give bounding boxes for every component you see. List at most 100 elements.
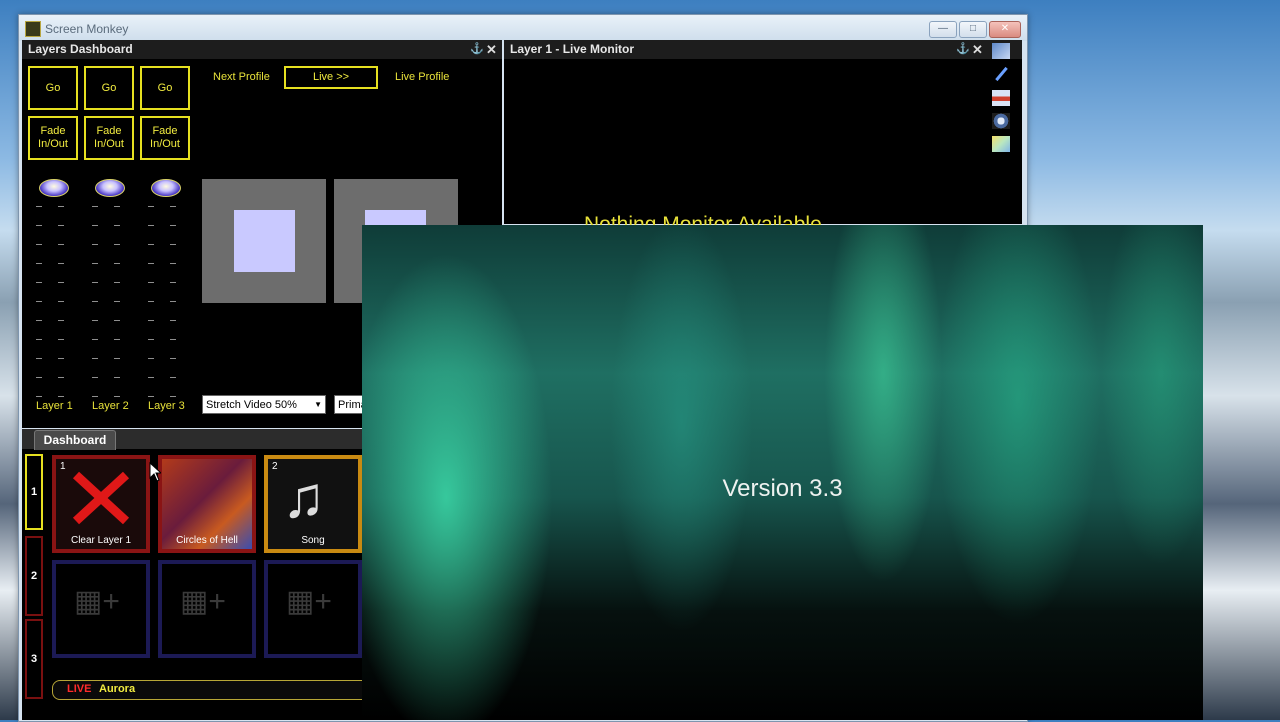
slider-tick — [36, 377, 42, 378]
slider-tick — [92, 244, 98, 245]
close-pane-icon[interactable]: ✕ — [486, 40, 497, 59]
slider-tick — [36, 263, 42, 264]
slider-tick — [148, 244, 154, 245]
fade-button-layer-1[interactable]: Fade In/Out — [28, 116, 78, 160]
slider-tick — [148, 206, 154, 207]
row-button-1[interactable]: 1 — [25, 454, 43, 530]
slider-tick — [92, 320, 98, 321]
slider-tick — [36, 206, 42, 207]
stretch-mode-select[interactable]: Stretch Video 50% ▼ — [202, 395, 326, 414]
mouse-cursor-icon — [149, 462, 161, 482]
slider-tick — [92, 282, 98, 283]
slider-tick — [148, 396, 154, 397]
slider-tick — [170, 206, 176, 207]
close-pane-icon[interactable]: ✕ — [972, 40, 983, 59]
empty-cue-slot[interactable]: ▦+ — [264, 560, 362, 658]
slider-tick — [114, 263, 120, 264]
volume-slider-layer-3[interactable] — [151, 179, 181, 197]
go-button-layer-2[interactable]: Go — [84, 66, 134, 110]
slider-tick — [170, 301, 176, 302]
slider-tick — [148, 301, 154, 302]
slider-tick — [58, 301, 64, 302]
slider-tick — [170, 282, 176, 283]
slider-tick — [58, 206, 64, 207]
pin-icon[interactable]: ⚓ — [956, 40, 970, 59]
slider-tick — [148, 282, 154, 283]
stretch-mode-value: Stretch Video 50% — [206, 399, 297, 411]
slider-tick — [148, 358, 154, 359]
pin-icon[interactable]: ⚓ — [470, 40, 484, 59]
slider-tick — [58, 225, 64, 226]
slider-tick — [148, 339, 154, 340]
fade-button-layer-2[interactable]: Fade In/Out — [84, 116, 134, 160]
go-button-layer-3[interactable]: Go — [140, 66, 190, 110]
add-media-icon: ▦+ — [74, 585, 120, 618]
cue-number: 1 — [60, 461, 66, 472]
slider-tick — [170, 358, 176, 359]
slider-tick — [114, 206, 120, 207]
pencil-icon[interactable] — [992, 66, 1010, 82]
volume-slider-layer-2[interactable] — [95, 179, 125, 197]
slider-tick — [58, 282, 64, 283]
slider-tick — [36, 339, 42, 340]
slider-tick — [58, 339, 64, 340]
slider-tick — [36, 301, 42, 302]
slider-tick — [58, 244, 64, 245]
slider-tick — [92, 396, 98, 397]
layers-dashboard-title: Layers Dashboard — [28, 42, 133, 56]
minimize-button[interactable]: — — [929, 21, 957, 38]
layers-icon[interactable] — [992, 136, 1010, 152]
slider-tick — [92, 206, 98, 207]
slider-tick — [36, 320, 42, 321]
empty-cue-slot[interactable]: ▦+ — [158, 560, 256, 658]
live-monitor: Nothing Monitor Available — [504, 59, 1022, 225]
camera-icon[interactable] — [992, 113, 1010, 129]
live-status-bar: LIVE Aurora — [52, 680, 374, 700]
slider-tick — [58, 320, 64, 321]
tab-dashboard[interactable]: Dashboard — [34, 430, 116, 450]
slider-tick — [148, 225, 154, 226]
slider-tick — [170, 396, 176, 397]
row-button-3[interactable]: 3 — [25, 619, 43, 699]
slider-tick — [58, 263, 64, 264]
slider-tick — [148, 377, 154, 378]
slider-tick — [92, 301, 98, 302]
live-monitor-title: Layer 1 - Live Monitor — [510, 42, 635, 56]
live-button[interactable]: Live >> — [284, 66, 378, 89]
slider-tick — [36, 396, 42, 397]
cue-circles-of-hell[interactable]: Circles of Hell — [158, 455, 256, 553]
cue-song[interactable]: 2 ♫ Song — [264, 455, 362, 553]
maximize-button[interactable]: □ — [959, 21, 987, 38]
slider-tick — [148, 263, 154, 264]
tab-strip: Dashboard — [22, 429, 364, 450]
slider-tick — [170, 320, 176, 321]
slider-tick — [170, 263, 176, 264]
slider-tick — [114, 358, 120, 359]
slider-tick — [36, 358, 42, 359]
add-media-icon: ▦+ — [180, 585, 226, 618]
slider-tick — [58, 396, 64, 397]
live-profile-label: Live Profile — [395, 71, 450, 83]
cue-label: Circles of Hell — [176, 535, 238, 546]
go-button-layer-1[interactable]: Go — [28, 66, 78, 110]
slider-tick — [170, 225, 176, 226]
slider-tick — [92, 263, 98, 264]
record-icon[interactable] — [992, 90, 1010, 106]
slider-tick — [170, 377, 176, 378]
slider-tick — [36, 225, 42, 226]
slider-tick — [170, 244, 176, 245]
volume-slider-layer-1[interactable] — [39, 179, 69, 197]
display-icon[interactable] — [992, 43, 1010, 59]
empty-cue-slot[interactable]: ▦+ — [52, 560, 150, 658]
close-button[interactable]: ✕ — [989, 21, 1021, 38]
title-bar[interactable]: Screen Monkey — □ ✕ — [19, 15, 1027, 41]
next-profile-preview[interactable] — [202, 179, 326, 303]
row-button-2[interactable]: 2 — [25, 536, 43, 616]
cue-label: Clear Layer 1 — [70, 535, 132, 546]
slider-tick — [114, 339, 120, 340]
slider-tick — [92, 225, 98, 226]
live-cue-name: Aurora — [99, 683, 136, 695]
next-profile-label: Next Profile — [213, 71, 270, 83]
cue-clear-layer[interactable]: 1 Clear Layer 1 — [52, 455, 150, 553]
fade-button-layer-3[interactable]: Fade In/Out — [140, 116, 190, 160]
